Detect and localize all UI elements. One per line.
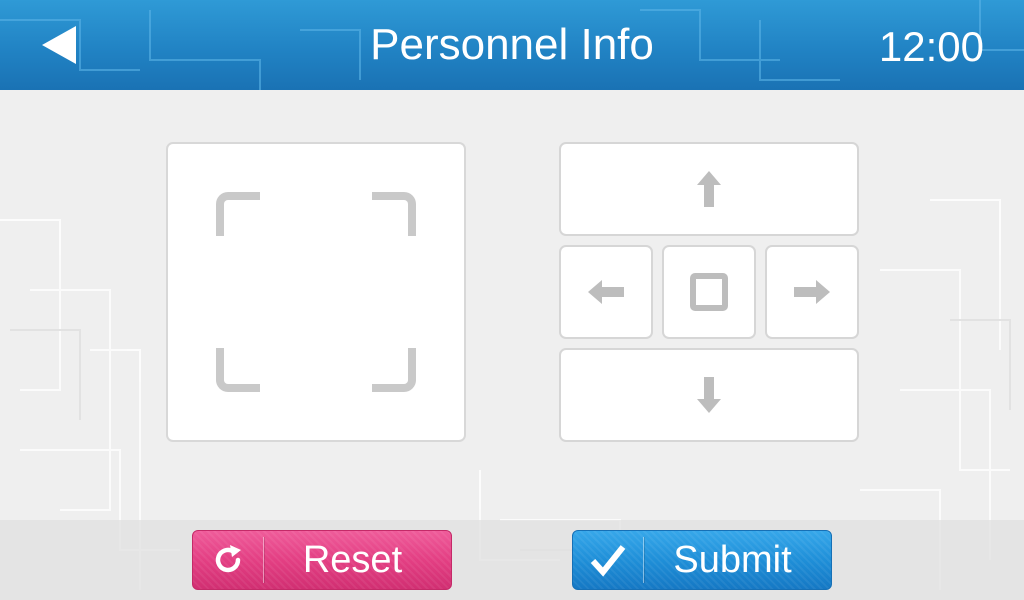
square-stop-icon <box>690 273 728 311</box>
arrow-down-icon <box>697 377 721 413</box>
viewfinder-corner-bottom-left-icon <box>216 348 260 392</box>
submit-icon-wrap <box>573 530 643 590</box>
dpad-left-button[interactable] <box>559 245 653 339</box>
top-bar: Personnel Info 12:00 <box>0 0 1024 90</box>
footer-bar <box>0 520 1024 600</box>
dpad-center-button[interactable] <box>662 245 756 339</box>
submit-button[interactable]: Submit <box>572 530 832 590</box>
checkmark-icon <box>590 545 626 577</box>
arrow-up-icon <box>697 171 721 207</box>
arrow-left-icon <box>588 280 624 304</box>
submit-label: Submit <box>673 539 792 581</box>
dpad-down-button[interactable] <box>559 348 859 442</box>
reset-button[interactable]: Reset <box>192 530 452 590</box>
refresh-icon <box>215 545 241 573</box>
reset-label: Reset <box>302 539 403 581</box>
camera-preview-frame <box>166 142 466 442</box>
viewfinder-corner-top-right-icon <box>372 192 416 236</box>
dpad-up-button[interactable] <box>559 142 859 236</box>
arrow-right-icon <box>794 280 830 304</box>
clock-time: 12:00 <box>878 23 984 70</box>
viewfinder-corner-bottom-right-icon <box>372 348 416 392</box>
dpad-right-button[interactable] <box>765 245 859 339</box>
reset-icon-wrap <box>193 530 263 590</box>
page-title: Personnel Info <box>370 20 654 69</box>
viewfinder-corner-top-left-icon <box>216 192 260 236</box>
